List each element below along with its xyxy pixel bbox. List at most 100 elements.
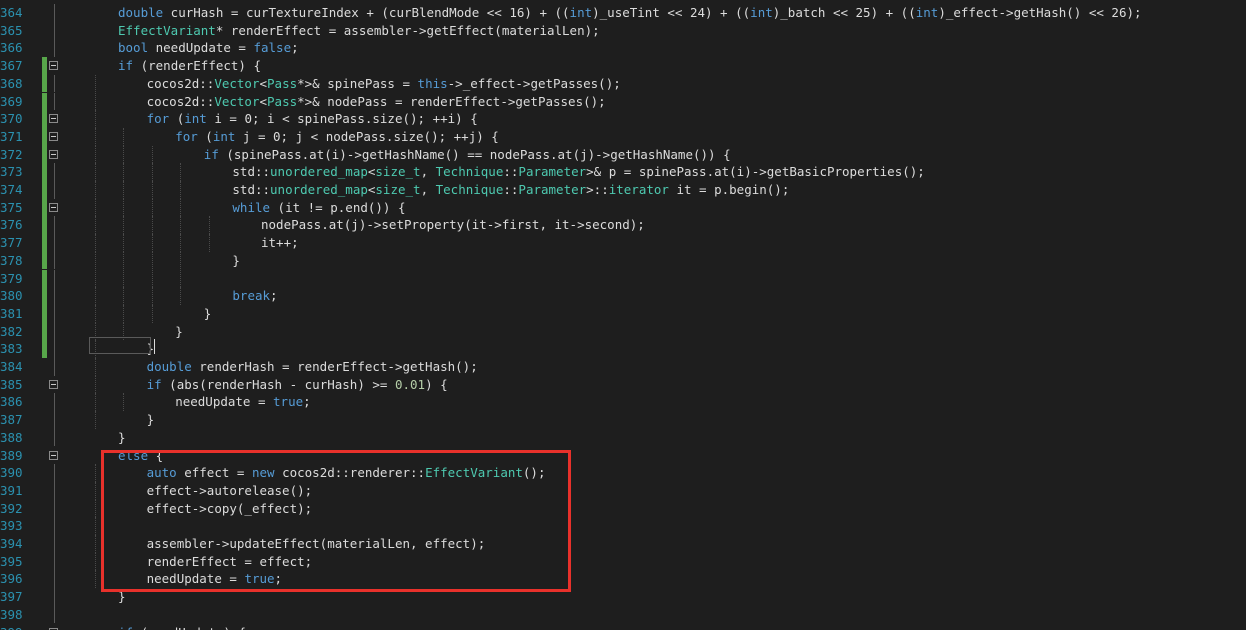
line-number: 370	[0, 111, 23, 127]
collapse-icon[interactable]	[49, 379, 58, 389]
indent-guide	[94, 92, 96, 111]
indent-guide	[123, 181, 125, 199]
code-line[interactable]: std::unordered_map<size_t, Technique::Pa…	[232, 163, 924, 181]
code-line[interactable]: if (renderEffect) {	[118, 57, 261, 75]
modified-line-marker	[42, 216, 47, 235]
code-line[interactable]: needUpdate = true;	[175, 393, 310, 411]
code-token: renderHash = renderEffect->getHash();	[191, 359, 478, 374]
code-line[interactable]: }	[118, 588, 126, 606]
indent-guide	[94, 110, 96, 128]
indent-guide	[123, 393, 125, 412]
code-line[interactable]: break;	[232, 287, 277, 305]
code-line[interactable]: }	[232, 252, 240, 270]
collapse-icon[interactable]	[49, 61, 58, 71]
fold-guide	[54, 517, 55, 535]
indent-guide	[94, 517, 96, 535]
indent-guide	[94, 535, 96, 553]
code-line[interactable]: else {	[118, 447, 163, 465]
modified-line-marker	[42, 74, 47, 93]
code-token: )_effect->getHash() << 26);	[938, 5, 1142, 20]
code-line[interactable]: nodePass.at(j)->setProperty(it->first, i…	[261, 216, 645, 234]
indent-guide	[94, 464, 96, 482]
code-token: cocos2d::renderer::	[274, 465, 426, 481]
code-line[interactable]: while (it != p.end()) {	[232, 199, 405, 217]
code-token: ;	[274, 571, 283, 587]
line-number: 365	[0, 22, 23, 38]
code-token: Pass	[267, 93, 298, 109]
code-line[interactable]: double curHash = curTextureIndex + (curB…	[118, 4, 1142, 22]
code-token: ->_effect->getPasses();	[447, 75, 621, 91]
line-number: 386	[0, 394, 23, 410]
line-number: 377	[0, 235, 23, 251]
code-line[interactable]: if (abs(renderHash - curHash) >= 0.01) {	[147, 376, 448, 394]
fold-guide	[54, 251, 55, 270]
code-token: ::	[503, 182, 519, 197]
line-number: 366	[0, 40, 23, 56]
fold-guide	[54, 481, 55, 500]
indent-guide	[180, 181, 182, 199]
code-line[interactable]: }	[147, 411, 155, 429]
code-line[interactable]: for (int i = 0; i < spinePass.size(); ++…	[147, 110, 478, 128]
code-line[interactable]: if (needUpdate) {	[118, 624, 246, 630]
code-token: assembler->updateEffect(materialLen, eff…	[146, 536, 486, 551]
code-token: (abs(renderHash - curHash) >=	[161, 376, 395, 392]
code-token: ;	[291, 40, 299, 56]
line-number: 380	[0, 288, 23, 304]
code-line[interactable]: assembler->updateEffect(materialLen, eff…	[147, 535, 486, 553]
code-token: new	[251, 465, 275, 481]
line-number: 375	[0, 199, 23, 215]
indent-guide	[94, 287, 96, 305]
code-line[interactable]: effect->copy(_effect);	[147, 500, 313, 518]
code-token: <	[259, 93, 268, 109]
collapse-icon[interactable]	[49, 131, 58, 141]
collapse-icon[interactable]	[49, 450, 58, 460]
indent-guide	[151, 251, 153, 270]
code-line[interactable]: }	[204, 305, 212, 323]
code-token: ,	[420, 164, 436, 180]
code-token: (it != p.end()) {	[270, 199, 406, 215]
text-caret	[154, 339, 155, 354]
code-line[interactable]: double renderHash = renderEffect->getHas…	[147, 358, 478, 376]
collapse-icon[interactable]	[49, 202, 58, 212]
code-token: ,	[420, 182, 436, 197]
code-token: Technique	[435, 182, 504, 197]
code-line[interactable]: needUpdate = true;	[147, 570, 282, 588]
code-token: cocos2d::	[146, 75, 215, 91]
collapse-icon[interactable]	[49, 114, 58, 124]
code-line[interactable]: EffectVariant* renderEffect = assembler-…	[118, 22, 600, 40]
code-token: it++;	[261, 235, 299, 251]
line-number: 393	[0, 518, 23, 534]
code-token: Technique	[435, 164, 504, 180]
indent-guide	[94, 481, 96, 500]
code-line[interactable]: if (spinePass.at(i)->getHashName() == no…	[204, 146, 731, 164]
code-line[interactable]: cocos2d::Vector<Pass*>& nodePass = rende…	[147, 93, 606, 111]
fold-guide	[54, 181, 55, 199]
indent-guide	[94, 234, 96, 252]
code-token: (renderEffect) {	[133, 58, 261, 74]
code-token: double	[118, 5, 164, 20]
fold-guide	[54, 358, 55, 376]
code-line[interactable]: it++;	[261, 234, 299, 252]
code-token: j = 0; j < nodePass.size(); ++j) {	[235, 128, 499, 144]
fold-guide	[54, 340, 55, 358]
code-line[interactable]: }	[175, 323, 183, 341]
code-line[interactable]: std::unordered_map<size_t, Technique::Pa…	[232, 181, 789, 199]
code-line[interactable]: cocos2d::Vector<Pass*>& spinePass = this…	[147, 75, 621, 93]
modified-line-marker	[42, 251, 47, 270]
code-token: <	[259, 75, 268, 91]
code-line[interactable]: renderEffect = effect;	[147, 553, 313, 571]
code-line[interactable]: auto effect = new cocos2d::renderer::Eff…	[147, 464, 546, 482]
indent-guide	[94, 74, 96, 93]
code-token: int	[569, 5, 593, 20]
code-line[interactable]: for (int j = 0; j < nodePass.size(); ++j…	[175, 128, 499, 146]
indent-guide	[209, 216, 210, 235]
code-token: int	[212, 128, 236, 144]
code-line[interactable]: }	[118, 429, 126, 447]
code-token: while	[232, 199, 271, 215]
code-line[interactable]: effect->autorelease();	[147, 482, 313, 500]
code-token: }	[203, 305, 212, 321]
collapse-icon[interactable]	[49, 149, 58, 159]
code-token: effect->autorelease();	[146, 482, 313, 498]
code-line[interactable]: bool needUpdate = false;	[118, 39, 299, 57]
code-editor[interactable]: 364 365 366 367 368 369 370 371 372 373 374 375 376 3…	[0, 0, 1246, 630]
